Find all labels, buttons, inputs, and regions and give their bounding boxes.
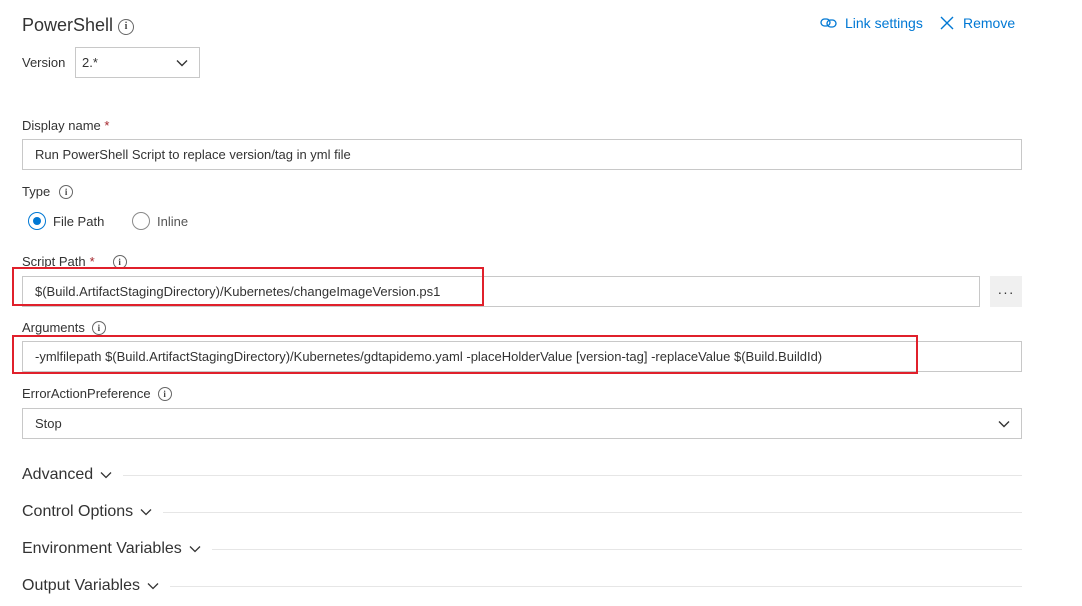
- link-settings-button[interactable]: Link settings: [820, 15, 923, 31]
- info-icon[interactable]: i: [59, 184, 74, 199]
- version-dropdown[interactable]: 2.*: [75, 47, 200, 78]
- arguments-label-text: Arguments: [22, 320, 85, 335]
- info-icon[interactable]: i: [157, 386, 172, 401]
- display-name-label-text: Display name: [22, 118, 101, 133]
- link-settings-label: Link settings: [845, 15, 923, 31]
- link-icon: [820, 18, 837, 28]
- task-title: PowerShell: [22, 15, 114, 35]
- chevron-down-icon: [998, 421, 1010, 428]
- type-option-file-path[interactable]: File Path: [28, 212, 104, 230]
- error-action-dropdown[interactable]: Stop: [22, 408, 1022, 439]
- info-icon[interactable]: i: [118, 19, 134, 35]
- section-label: Output Variables: [22, 577, 140, 594]
- remove-button[interactable]: Remove: [940, 15, 1015, 31]
- close-icon: [940, 16, 954, 30]
- section-output-variables[interactable]: Output Variables: [22, 575, 1022, 597]
- section-divider: [211, 548, 1022, 550]
- radio-unselected-icon[interactable]: [132, 212, 150, 230]
- chevron-down-icon: [100, 472, 112, 479]
- section-label: Advanced: [22, 466, 94, 483]
- section-environment-variables[interactable]: Environment Variables: [22, 538, 1022, 560]
- highlight-box-arguments: [12, 335, 918, 374]
- chevron-down-icon: [140, 509, 152, 516]
- section-divider: [170, 585, 1022, 587]
- arguments-label: Arguments i: [22, 320, 106, 335]
- type-label-text: Type: [22, 184, 51, 199]
- type-option-inline[interactable]: Inline: [132, 212, 188, 230]
- error-action-label: ErrorActionPreference i: [22, 386, 172, 401]
- version-label: Version: [22, 55, 66, 70]
- section-divider: [163, 511, 1022, 513]
- error-action-value: Stop: [35, 416, 62, 431]
- section-label: Control Options: [22, 503, 134, 520]
- type-option-label: Inline: [157, 213, 189, 229]
- radio-selected-icon[interactable]: [28, 212, 46, 230]
- chevron-down-icon: [176, 60, 188, 67]
- section-label: Environment Variables: [22, 540, 182, 557]
- highlight-box-script-path: [12, 267, 484, 306]
- version-value: 2.*: [82, 55, 98, 70]
- section-divider: [123, 474, 1022, 476]
- ellipsis-icon: ···: [997, 283, 1015, 300]
- type-option-label: File Path: [53, 213, 105, 229]
- chevron-down-icon: [189, 546, 201, 553]
- chevron-down-icon: [147, 583, 159, 590]
- required-mark: *: [104, 118, 110, 133]
- browse-button[interactable]: ···: [990, 276, 1022, 307]
- display-name-value: Run PowerShell Script to replace version…: [35, 147, 351, 162]
- info-icon[interactable]: i: [91, 320, 106, 335]
- display-name-label: Display name *: [22, 118, 109, 133]
- section-advanced[interactable]: Advanced: [22, 464, 1022, 486]
- display-name-input[interactable]: Run PowerShell Script to replace version…: [22, 139, 1022, 170]
- error-action-label-text: ErrorActionPreference: [22, 386, 151, 401]
- section-control-options[interactable]: Control Options: [22, 501, 1022, 523]
- remove-label: Remove: [963, 15, 1016, 31]
- type-label: Type i: [22, 184, 74, 199]
